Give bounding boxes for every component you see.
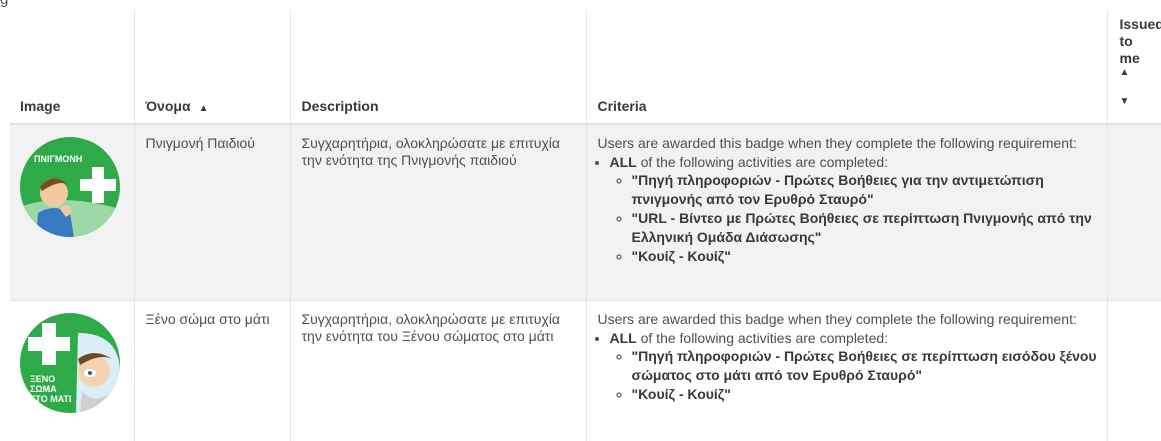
column-header-issued[interactable]: Issued to me ▲ ▼	[1107, 10, 1161, 124]
activity-item: "Πηγή πληροφοριών - Πρώτες Βοήθειες σε π…	[632, 347, 1099, 385]
badge-name-cell: Πνιγμονή Παιδιού	[134, 124, 290, 301]
criteria-intro: Users are awarded this badge when they c…	[598, 311, 1099, 328]
badge-name-cell: Ξένο σώμα στο μάτι	[134, 301, 290, 441]
badge-image-foreign-body: ΞΕΝΟ ΣΩΜΑ ΣΤΟ ΜΑΤΙ	[20, 313, 120, 413]
criteria-all-text: of the following activities are complete…	[637, 330, 888, 346]
issued-cell	[1107, 301, 1161, 441]
criteria-all-label: ALL	[610, 154, 637, 170]
column-header-name-label[interactable]: Όνομα	[146, 98, 191, 114]
badge-name: Πνιγμονή Παιδιού	[146, 135, 255, 151]
badge-image-choking: ΠΝΙΓΜΟΝΗ	[20, 137, 120, 237]
column-header-name[interactable]: Όνομα ▲	[134, 10, 290, 124]
activity-item: "Πηγή πληροφοριών - Πρώτες Βοήθειες για …	[632, 171, 1099, 209]
badge-criteria-cell: Users are awarded this badge when they c…	[586, 301, 1107, 441]
activity-item: "URL - Βίντεο με Πρώτες Βοήθειες σε περί…	[632, 209, 1099, 247]
badge-description: Συγχαρητήρια, ολοκληρώσατε με επιτυχία τ…	[302, 135, 561, 168]
table-row: ΞΕΝΟ ΣΩΜΑ ΣΤΟ ΜΑΤΙ Ξένο σώμα στο μάτι Συ…	[10, 301, 1161, 441]
badge-title-text: ΠΝΙΓΜΟΝΗ	[34, 155, 82, 164]
table-row: ΠΝΙΓΜΟΝΗ Πνιγμονή Παιδιού Συγχαρητήρια, …	[10, 124, 1161, 301]
badge-criteria-cell: Users are awarded this badge when they c…	[586, 124, 1107, 301]
badge-description-cell: Συγχαρητήρια, ολοκληρώσατε με επιτυχία τ…	[290, 301, 586, 441]
badge-image-cell: ΞΕΝΟ ΣΩΜΑ ΣΤΟ ΜΑΤΙ	[10, 301, 134, 441]
criteria-all-label: ALL	[610, 330, 637, 346]
sort-ascending-icon[interactable]: ▲	[199, 103, 209, 114]
issued-cell	[1107, 124, 1161, 301]
badge-title-line-3: ΣΤΟ ΜΑΤΙ	[30, 395, 71, 404]
badge-title-line-2: ΣΩΜΑ	[30, 385, 57, 394]
criteria-item: ALL of the following activities are comp…	[610, 330, 1099, 404]
column-header-image-label: Image	[20, 98, 60, 114]
sort-down-icon[interactable]: ▼	[1120, 96, 1161, 107]
criteria-intro: Users are awarded this badge when they c…	[598, 135, 1099, 152]
badge-description: Συγχαρητήρια, ολοκληρώσατε με επιτυχία τ…	[302, 311, 561, 344]
table-header-row: Image Όνομα ▲ Description Criteria Issued…	[10, 10, 1161, 124]
sort-up-icon[interactable]: ▲	[1120, 67, 1161, 78]
badge-name: Ξένο σώμα στο μάτι	[146, 311, 270, 327]
column-header-criteria-label: Criteria	[598, 98, 647, 114]
badge-description-cell: Συγχαρητήρια, ολοκληρώσατε με επιτυχία τ…	[290, 124, 586, 301]
column-header-criteria: Criteria	[586, 10, 1107, 124]
column-header-issued-label[interactable]: Issued to me	[1120, 16, 1156, 67]
criteria-all-text: of the following activities are complete…	[637, 154, 888, 170]
column-header-description-label: Description	[302, 98, 379, 114]
activity-item: "Κουίζ - Κουίζ"	[632, 247, 1099, 266]
column-header-description: Description	[290, 10, 586, 124]
badges-table: Image Όνομα ▲ Description Criteria Issued…	[10, 10, 1161, 441]
column-header-image: Image	[10, 10, 134, 124]
truncated-heading-fragment: g	[0, 0, 8, 8]
criteria-item: ALL of the following activities are comp…	[610, 154, 1099, 266]
activity-item: "Κουίζ - Κουίζ"	[632, 385, 1099, 404]
badge-image-cell: ΠΝΙΓΜΟΝΗ	[10, 124, 134, 301]
badge-title-line-1: ΞΕΝΟ	[30, 375, 55, 384]
